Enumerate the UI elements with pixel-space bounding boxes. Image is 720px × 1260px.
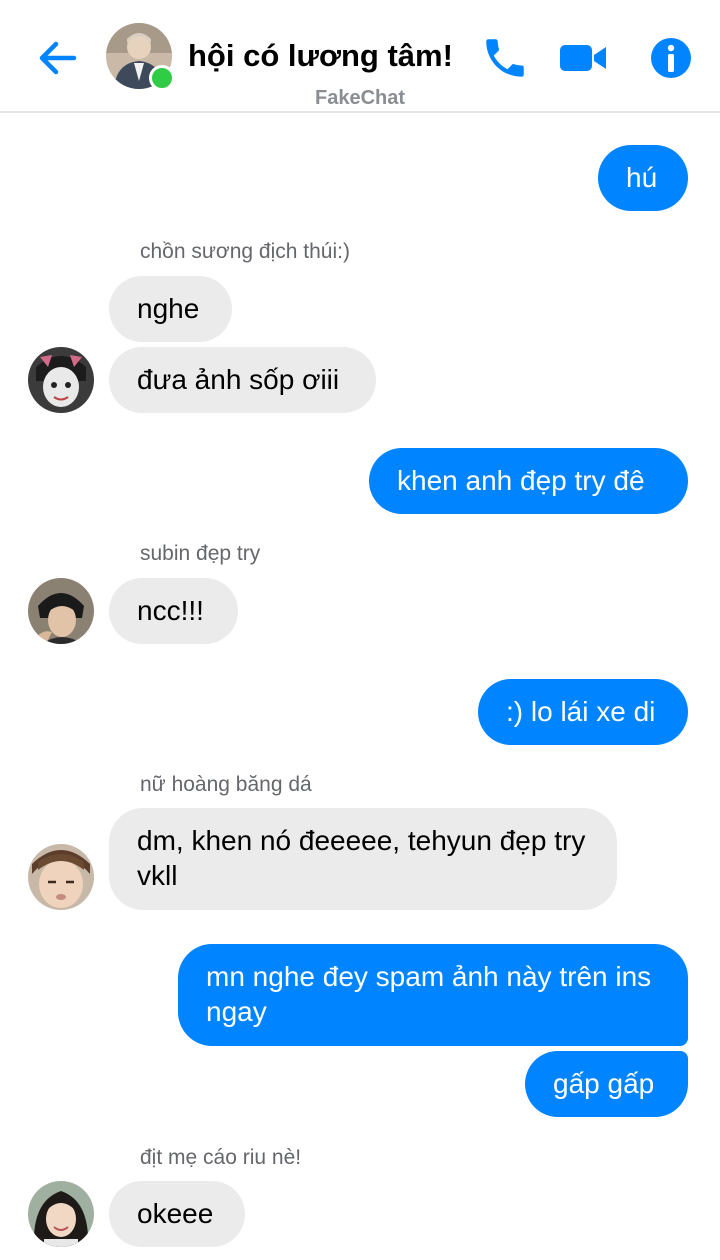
sender-name: địt mẹ cáo riu nè! bbox=[140, 1146, 302, 1169]
sender-avatar[interactable] bbox=[28, 578, 94, 644]
incoming-message[interactable]: đưa ảnh sốp ơiii bbox=[109, 347, 376, 413]
outgoing-message[interactable]: khen anh đẹp try đê bbox=[369, 448, 688, 514]
chat-title[interactable]: hội có lương tâm! bbox=[188, 38, 453, 74]
call-button[interactable] bbox=[480, 33, 530, 83]
outgoing-message[interactable]: hú bbox=[598, 145, 688, 211]
sender-avatar[interactable] bbox=[28, 347, 94, 413]
outgoing-message[interactable]: mn nghe đey spam ảnh này trên ins ngay bbox=[178, 944, 688, 1046]
phone-icon bbox=[486, 39, 524, 77]
video-call-button[interactable] bbox=[558, 33, 608, 83]
incoming-message[interactable]: okeee bbox=[109, 1181, 245, 1247]
chat-header: hội có lương tâm! FakeChat bbox=[0, 0, 720, 113]
info-icon bbox=[651, 38, 691, 78]
incoming-message[interactable]: nghe bbox=[109, 276, 232, 342]
sender-name: nữ hoàng băng dá bbox=[140, 773, 312, 796]
sender-name: subin đẹp try bbox=[140, 542, 261, 565]
group-avatar[interactable] bbox=[106, 23, 175, 91]
incoming-message[interactable]: dm, khen nó đeeeee, tehyun đẹp try vkll bbox=[109, 808, 617, 910]
arrow-left-icon bbox=[39, 41, 77, 75]
sender-name: chồn sương địch thúi:) bbox=[140, 240, 350, 263]
incoming-message[interactable]: ncc!!! bbox=[109, 578, 238, 644]
sender-avatar[interactable] bbox=[28, 1181, 94, 1247]
video-camera-icon bbox=[560, 45, 606, 71]
back-button[interactable] bbox=[34, 34, 82, 82]
chat-subtitle: FakeChat bbox=[314, 87, 406, 109]
sender-avatar[interactable] bbox=[28, 844, 94, 910]
outgoing-message[interactable]: :) lo lái xe di bbox=[478, 679, 688, 745]
info-button[interactable] bbox=[646, 33, 696, 83]
outgoing-message[interactable]: gấp gấp bbox=[525, 1051, 688, 1117]
